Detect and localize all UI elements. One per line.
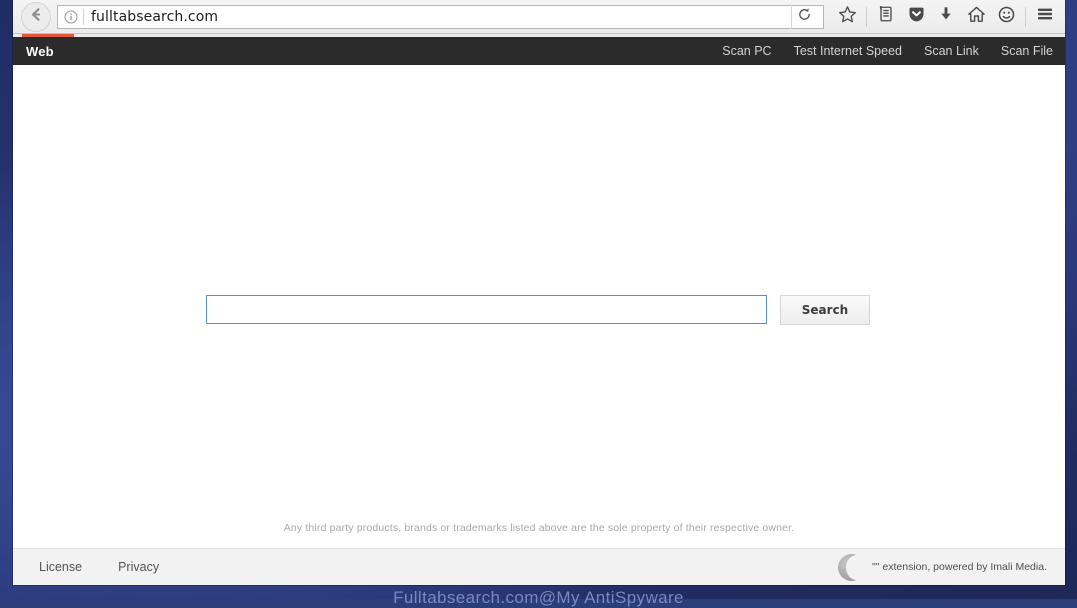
footer-link-license[interactable]: License [39, 560, 82, 574]
hamburger-icon [1035, 4, 1055, 29]
address-bar[interactable]: fulltabsearch.com [57, 4, 824, 29]
search-form: Search [13, 295, 1065, 325]
browser-toolbar: fulltabsearch.com [13, 0, 1065, 34]
home-icon [967, 5, 986, 29]
library-button[interactable] [871, 2, 901, 32]
site-brand: Web [26, 43, 54, 59]
extension-credit-text: "" extension, powered by Imali Media. [872, 561, 1047, 573]
home-button[interactable] [961, 2, 991, 32]
disclaimer-text: Any third party products, brands or trad… [283, 522, 795, 534]
reload-button[interactable] [791, 4, 817, 29]
page-content: Web Scan PC Test Internet Speed Scan Lin… [13, 37, 1065, 585]
reload-icon [797, 7, 812, 27]
nav-link-scan-pc[interactable]: Scan PC [722, 44, 771, 58]
search-input[interactable] [206, 295, 767, 324]
footer-credit-group: "" extension, powered by Imali Media. [838, 553, 1047, 581]
download-icon [937, 5, 955, 28]
pocket-button[interactable] [901, 2, 931, 32]
nav-link-test-internet-speed[interactable]: Test Internet Speed [794, 44, 902, 58]
toolbar-icon-group [832, 2, 1060, 32]
sync-account-button[interactable] [991, 2, 1021, 32]
address-bar-divider [83, 8, 84, 25]
downloads-button[interactable] [931, 2, 961, 32]
crescent-moon-icon [838, 553, 868, 581]
address-bar-url: fulltabsearch.com [91, 8, 219, 25]
search-button[interactable]: Search [780, 295, 870, 325]
nav-link-scan-link[interactable]: Scan Link [924, 44, 979, 58]
smiley-icon [997, 5, 1016, 29]
site-navbar: Web Scan PC Test Internet Speed Scan Lin… [13, 37, 1065, 65]
browser-window: fulltabsearch.com Web Scan PC Test Inter… [13, 0, 1065, 585]
library-icon [877, 5, 895, 28]
back-button[interactable] [21, 1, 51, 32]
back-arrow-icon [28, 6, 45, 28]
footer-links: License Privacy [39, 560, 159, 574]
info-icon[interactable] [64, 9, 78, 24]
pocket-icon [907, 5, 926, 29]
app-menu-button[interactable] [1030, 2, 1060, 32]
toolbar-divider [866, 6, 867, 27]
bookmark-star-button[interactable] [832, 2, 862, 32]
star-icon [838, 5, 857, 29]
site-footer: License Privacy "" extension, powered by… [13, 548, 1065, 585]
footer-link-privacy[interactable]: Privacy [118, 560, 159, 574]
site-nav-links: Scan PC Test Internet Speed Scan Link Sc… [722, 44, 1053, 58]
nav-link-scan-file[interactable]: Scan File [1001, 44, 1053, 58]
toolbar-divider [1025, 6, 1026, 27]
